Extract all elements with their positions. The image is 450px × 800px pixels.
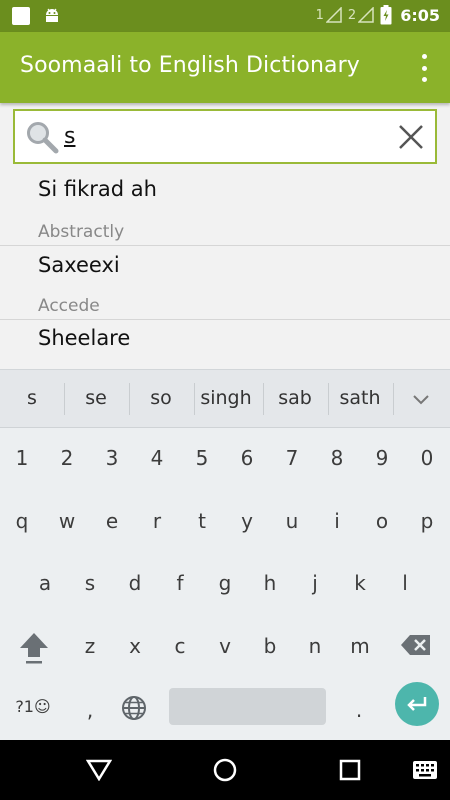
- suggestion-divider: [393, 383, 394, 415]
- suggestion-item[interactable]: se: [64, 387, 128, 409]
- shift-icon[interactable]: [18, 631, 50, 669]
- key[interactable]: o: [360, 509, 404, 533]
- sim1-label: 1: [315, 8, 324, 23]
- key[interactable]: d: [113, 571, 157, 595]
- keyboard-switch-icon[interactable]: [412, 760, 438, 784]
- result-english[interactable]: Abstractly: [38, 222, 124, 242]
- key[interactable]: 7: [270, 446, 314, 470]
- enter-icon: [406, 695, 428, 717]
- signal-icon: [358, 7, 374, 23]
- key[interactable]: e: [90, 509, 134, 533]
- key[interactable]: v: [203, 634, 247, 658]
- key[interactable]: h: [248, 571, 292, 595]
- key[interactable]: 2: [45, 446, 89, 470]
- key[interactable]: m: [338, 634, 382, 658]
- notification-square-icon: [12, 7, 30, 25]
- battery-icon: [380, 5, 392, 25]
- spacebar[interactable]: [169, 688, 326, 725]
- divider: [0, 319, 450, 320]
- backspace-icon[interactable]: [400, 633, 432, 661]
- key[interactable]: k: [338, 571, 382, 595]
- notification-icons: [12, 7, 60, 25]
- suggestion-item[interactable]: singh: [194, 387, 258, 409]
- search-box[interactable]: s: [13, 109, 437, 164]
- result-english[interactable]: Accede: [38, 296, 100, 316]
- suggestion-item[interactable]: so: [129, 387, 193, 409]
- recents-icon[interactable]: [339, 759, 361, 785]
- android-debug-icon: [44, 7, 60, 25]
- key[interactable]: 0: [405, 446, 449, 470]
- period-key[interactable]: .: [337, 698, 381, 722]
- app-bar: Soomaali to English Dictionary: [0, 32, 450, 103]
- key[interactable]: 6: [225, 446, 269, 470]
- signal-icon: [325, 7, 342, 23]
- system-nav-bar: [0, 740, 450, 800]
- comma-key[interactable]: ,: [68, 698, 112, 722]
- key[interactable]: t: [180, 509, 224, 533]
- suggestion-item[interactable]: s: [0, 387, 64, 409]
- symbols-key[interactable]: ?1☺: [8, 697, 58, 716]
- enter-button[interactable]: [395, 682, 439, 726]
- key[interactable]: a: [23, 571, 67, 595]
- key[interactable]: 5: [180, 446, 224, 470]
- suggestion-strip: s se so singh sab sath: [0, 370, 450, 428]
- more-vert-icon[interactable]: [420, 54, 428, 82]
- soft-keyboard: s se so singh sab sath 1 2 3 4 5 6 7 8 9…: [0, 369, 450, 740]
- sim2-label: 2: [347, 8, 357, 23]
- key[interactable]: g: [203, 571, 247, 595]
- key[interactable]: j: [293, 571, 337, 595]
- key[interactable]: 4: [135, 446, 179, 470]
- key[interactable]: r: [135, 509, 179, 533]
- sim1-signal: 1: [316, 7, 342, 23]
- chevron-down-icon[interactable]: [411, 392, 431, 411]
- key[interactable]: b: [248, 634, 292, 658]
- key[interactable]: w: [45, 509, 89, 533]
- back-icon[interactable]: [85, 759, 113, 785]
- key[interactable]: l: [383, 571, 427, 595]
- globe-icon[interactable]: [121, 695, 147, 725]
- result-somali[interactable]: Si fikrad ah: [38, 177, 157, 201]
- key[interactable]: 8: [315, 446, 359, 470]
- key[interactable]: 9: [360, 446, 404, 470]
- divider: [0, 245, 450, 246]
- key[interactable]: z: [68, 634, 112, 658]
- close-icon[interactable]: [397, 123, 425, 155]
- result-somali[interactable]: Sheelare: [38, 326, 130, 350]
- result-somali[interactable]: Saxeexi: [38, 253, 120, 277]
- key[interactable]: p: [405, 509, 449, 533]
- key[interactable]: u: [270, 509, 314, 533]
- clock: 6:05: [400, 5, 440, 25]
- home-icon[interactable]: [213, 758, 237, 786]
- suggestion-item[interactable]: sab: [263, 387, 327, 409]
- sim2-signal: 2: [348, 7, 374, 23]
- status-bar: 1 2 6:05: [0, 0, 450, 32]
- key[interactable]: x: [113, 634, 157, 658]
- search-input[interactable]: s: [64, 124, 75, 149]
- key[interactable]: n: [293, 634, 337, 658]
- key[interactable]: y: [225, 509, 269, 533]
- key[interactable]: c: [158, 634, 202, 658]
- key[interactable]: q: [0, 509, 44, 533]
- key[interactable]: i: [315, 509, 359, 533]
- magnifier-icon: [25, 120, 61, 160]
- key[interactable]: 1: [0, 446, 44, 470]
- key[interactable]: 3: [90, 446, 134, 470]
- app-title: Soomaali to English Dictionary: [20, 53, 360, 78]
- suggestion-item[interactable]: sath: [328, 387, 392, 409]
- key[interactable]: s: [68, 571, 112, 595]
- key[interactable]: f: [158, 571, 202, 595]
